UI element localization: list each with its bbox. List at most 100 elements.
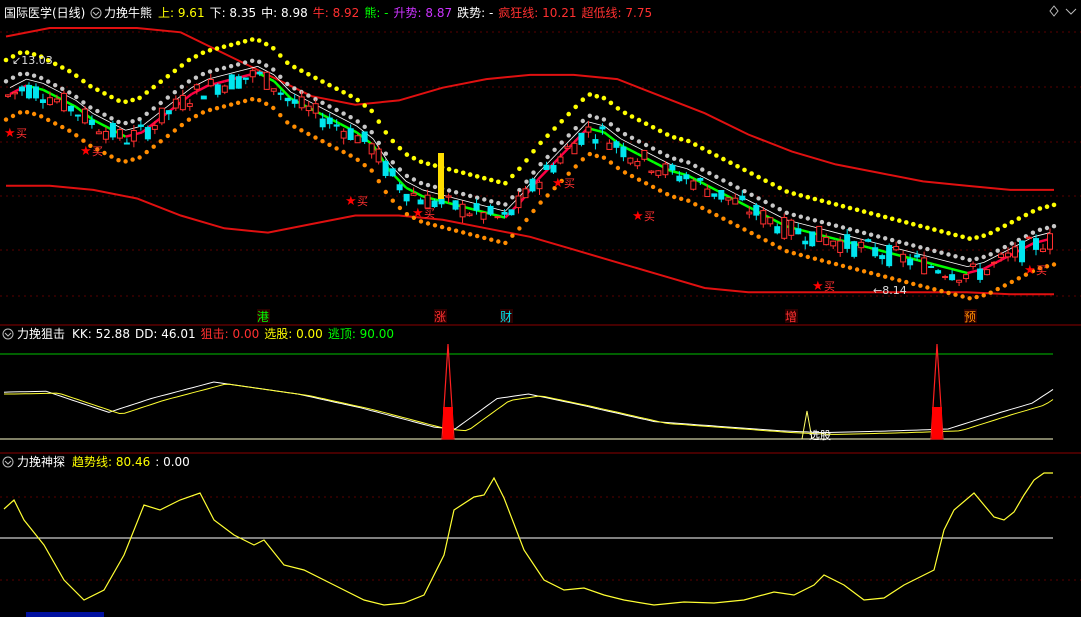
lower-band-dot xyxy=(53,121,58,126)
lower-band-dot xyxy=(946,290,951,296)
high-price-label: ↙13.03 xyxy=(12,54,53,67)
middle-band-dot xyxy=(932,248,937,254)
lower-band-dot xyxy=(890,276,895,281)
lower-band-dot xyxy=(615,165,621,171)
candle-body xyxy=(1005,252,1012,258)
date-scroll-indicator[interactable] xyxy=(26,612,104,617)
middle-band-dot xyxy=(123,120,128,126)
upper-band-dot xyxy=(320,79,325,84)
lower-band-dot xyxy=(327,142,332,147)
panel3-title: 力挽神探 xyxy=(17,455,65,469)
candle-body xyxy=(410,192,417,196)
candle-body xyxy=(683,174,690,180)
middle-band-dot xyxy=(214,67,220,73)
middle-band-dot xyxy=(327,104,332,109)
middle-band-dot xyxy=(545,154,550,160)
candle-body xyxy=(641,149,648,160)
lower-band-dot xyxy=(524,217,529,223)
upper-band-dot xyxy=(756,174,761,180)
middle-band-dot xyxy=(925,246,930,252)
middle-band-dot xyxy=(784,210,789,215)
lower-band-dot xyxy=(228,102,234,107)
candle-body xyxy=(249,70,256,78)
upper-band-dot xyxy=(897,218,902,223)
lower-band-dot xyxy=(672,194,677,200)
middle-band-dot xyxy=(3,79,9,84)
upper-band-dot xyxy=(102,91,107,96)
upper-band-dot xyxy=(397,145,403,151)
upper-band-dot xyxy=(383,130,389,135)
middle-band-dot xyxy=(81,100,86,105)
upper-band-dot xyxy=(552,126,557,131)
middle-band-dot xyxy=(257,59,262,64)
middle-band-dot xyxy=(341,111,346,116)
candle-body xyxy=(116,129,123,139)
lower-band-dot xyxy=(397,205,403,211)
middle-band-dot xyxy=(74,94,79,100)
upper-band-dot xyxy=(854,207,860,213)
lower-band-dot xyxy=(721,216,726,221)
lower-band-dot xyxy=(271,105,276,111)
middle-band-dot xyxy=(1044,225,1050,231)
middle-band-dot xyxy=(179,84,184,90)
middle-band-dot xyxy=(960,255,965,261)
upper-band-dot xyxy=(566,111,571,117)
lower-band-dot xyxy=(151,144,156,149)
upper-band-dot xyxy=(446,166,452,172)
upper-band-dot xyxy=(186,57,192,63)
candle-body xyxy=(193,84,200,90)
lower-band-dot xyxy=(608,160,614,165)
candle-body xyxy=(998,253,1005,258)
candle-body xyxy=(732,197,739,205)
middle-band-dot xyxy=(1002,244,1007,250)
lower-band-dot xyxy=(369,168,374,173)
middle-band-dot xyxy=(981,254,986,260)
lower-band-dot xyxy=(214,106,220,111)
upper-band-dot xyxy=(868,211,874,216)
lower-band-dot xyxy=(179,122,184,128)
middle-band-dot xyxy=(404,173,410,179)
middle-band-dot xyxy=(193,75,199,80)
lower-band-dot xyxy=(995,286,1000,292)
upper-band-dot xyxy=(531,149,536,154)
lower-band-dot xyxy=(988,290,993,295)
lower-band-dot xyxy=(650,184,656,190)
candle-body xyxy=(851,241,858,257)
middle-band-dot xyxy=(650,146,656,151)
middle-band-dot xyxy=(158,100,163,106)
candle-body xyxy=(242,77,249,80)
candle-body xyxy=(816,225,823,242)
lower-band-dot xyxy=(461,230,466,235)
candle-body xyxy=(291,99,298,104)
upper-band-dot xyxy=(812,196,818,202)
middle-band-dot xyxy=(116,119,121,125)
middle-band-dot xyxy=(707,171,712,176)
upper-band-dot xyxy=(678,136,684,142)
buy-signal: ★ 买 xyxy=(80,144,103,159)
middle-band-dot xyxy=(995,248,1000,253)
middle-band-dot xyxy=(594,115,599,120)
high-arrow-icon: ↙ xyxy=(12,54,21,67)
lower-band-dot xyxy=(207,107,213,113)
upper-band-dot xyxy=(728,160,733,165)
candle-body xyxy=(228,74,235,90)
candle-body xyxy=(921,257,928,275)
middle-band-dot xyxy=(320,100,325,106)
upper-band-dot xyxy=(1009,219,1015,225)
candle-body xyxy=(431,200,438,208)
upper-band-dot xyxy=(749,171,754,176)
upper-band-dot xyxy=(932,227,937,232)
upper-band-dot xyxy=(629,114,635,119)
lower-band-dot xyxy=(545,193,550,198)
candle-body xyxy=(60,92,67,112)
candle-body xyxy=(123,142,130,145)
candle-body xyxy=(942,276,949,279)
upper-band-dot xyxy=(770,182,775,187)
buy-label: 买 xyxy=(16,127,27,140)
upper-band-dot xyxy=(798,193,804,198)
lower-band-dot xyxy=(876,272,881,278)
candle-body xyxy=(550,165,557,173)
lower-band-dot xyxy=(334,146,339,151)
middle-band-dot xyxy=(728,181,733,187)
candle-body xyxy=(326,117,333,125)
